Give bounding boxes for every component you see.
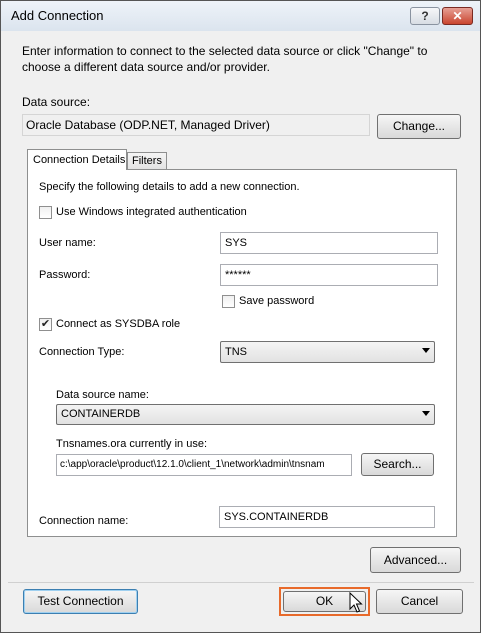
details-instruction: Specify the following details to add a n… — [39, 181, 300, 193]
help-icon: ? — [421, 9, 429, 23]
test-connection-button[interactable]: Test Connection — [23, 589, 138, 614]
tnsnames-path-field[interactable]: c:\app\oracle\product\12.1.0\client_1\ne… — [56, 454, 352, 476]
window-title: Add Connection — [11, 8, 104, 23]
search-button-label: Search... — [373, 457, 422, 471]
ok-button-label: OK — [315, 594, 334, 608]
test-connection-label: Test Connection — [37, 594, 124, 608]
intro-line-2: choose a different data source and/or pr… — [22, 60, 270, 74]
checkmark-icon: ✔ — [40, 318, 51, 330]
advanced-button[interactable]: Advanced... — [370, 547, 461, 573]
windows-auth-checkbox[interactable] — [39, 206, 52, 219]
tnsnames-path-value: c:\app\oracle\product\12.1.0\client_1\ne… — [60, 459, 325, 470]
save-password-checkbox[interactable] — [222, 295, 235, 308]
mouse-cursor-icon — [349, 592, 363, 613]
tab-connection-details[interactable]: Connection Details — [27, 149, 127, 170]
cancel-button-label: Cancel — [400, 594, 439, 608]
data-source-name-value: CONTAINERDB — [61, 408, 141, 420]
connection-name-label: Connection name: — [39, 515, 129, 527]
password-value: ****** — [225, 269, 251, 281]
advanced-button-label: Advanced... — [383, 553, 448, 567]
data-source-label: Data source: — [22, 95, 91, 109]
search-button[interactable]: Search... — [361, 453, 434, 476]
tab-filters[interactable]: Filters — [127, 152, 167, 169]
data-source-name-select[interactable]: CONTAINERDB — [56, 404, 435, 425]
chevron-down-icon — [422, 411, 430, 416]
password-label: Password: — [39, 269, 91, 281]
change-button-label: Change... — [392, 119, 446, 133]
help-button[interactable]: ? — [410, 7, 440, 25]
user-name-value: SYS — [225, 237, 248, 249]
add-connection-dialog: Add Connection ? ✕ Enter information to … — [0, 0, 481, 633]
connection-name-value: SYS.CONTAINERDB — [224, 511, 329, 523]
change-button[interactable]: Change... — [377, 114, 461, 139]
chevron-down-icon — [422, 348, 430, 353]
connection-type-label: Connection Type: — [39, 346, 125, 358]
connection-name-input[interactable]: SYS.CONTAINERDB — [219, 506, 435, 528]
close-button[interactable]: ✕ — [442, 7, 473, 25]
data-source-value: Oracle Database (ODP.NET, Managed Driver… — [26, 118, 270, 132]
data-source-field: Oracle Database (ODP.NET, Managed Driver… — [22, 114, 370, 136]
connection-type-value: TNS — [225, 346, 247, 358]
intro-text: Enter information to connect to the sele… — [22, 43, 427, 75]
title-bar: Add Connection ? ✕ — [1, 1, 480, 31]
sysdba-checkbox[interactable]: ✔ — [39, 318, 52, 331]
close-icon: ✕ — [452, 9, 463, 23]
password-input[interactable]: ****** — [220, 264, 438, 286]
windows-auth-label: Use Windows integrated authentication — [56, 206, 247, 218]
user-name-input[interactable]: SYS — [220, 232, 438, 254]
footer-separator — [8, 582, 474, 583]
tab-connection-details-label: Connection Details — [33, 154, 126, 166]
save-password-label: Save password — [239, 295, 315, 307]
connection-type-select[interactable]: TNS — [220, 341, 435, 363]
user-name-label: User name: — [39, 237, 96, 249]
tab-filters-label: Filters — [132, 155, 162, 167]
tnsnames-label: Tnsnames.ora currently in use: — [56, 438, 208, 450]
intro-line-1: Enter information to connect to the sele… — [22, 44, 428, 58]
sysdba-label: Connect as SYSDBA role — [56, 318, 181, 330]
cancel-button[interactable]: Cancel — [376, 589, 463, 614]
data-source-name-label: Data source name: — [56, 389, 149, 401]
